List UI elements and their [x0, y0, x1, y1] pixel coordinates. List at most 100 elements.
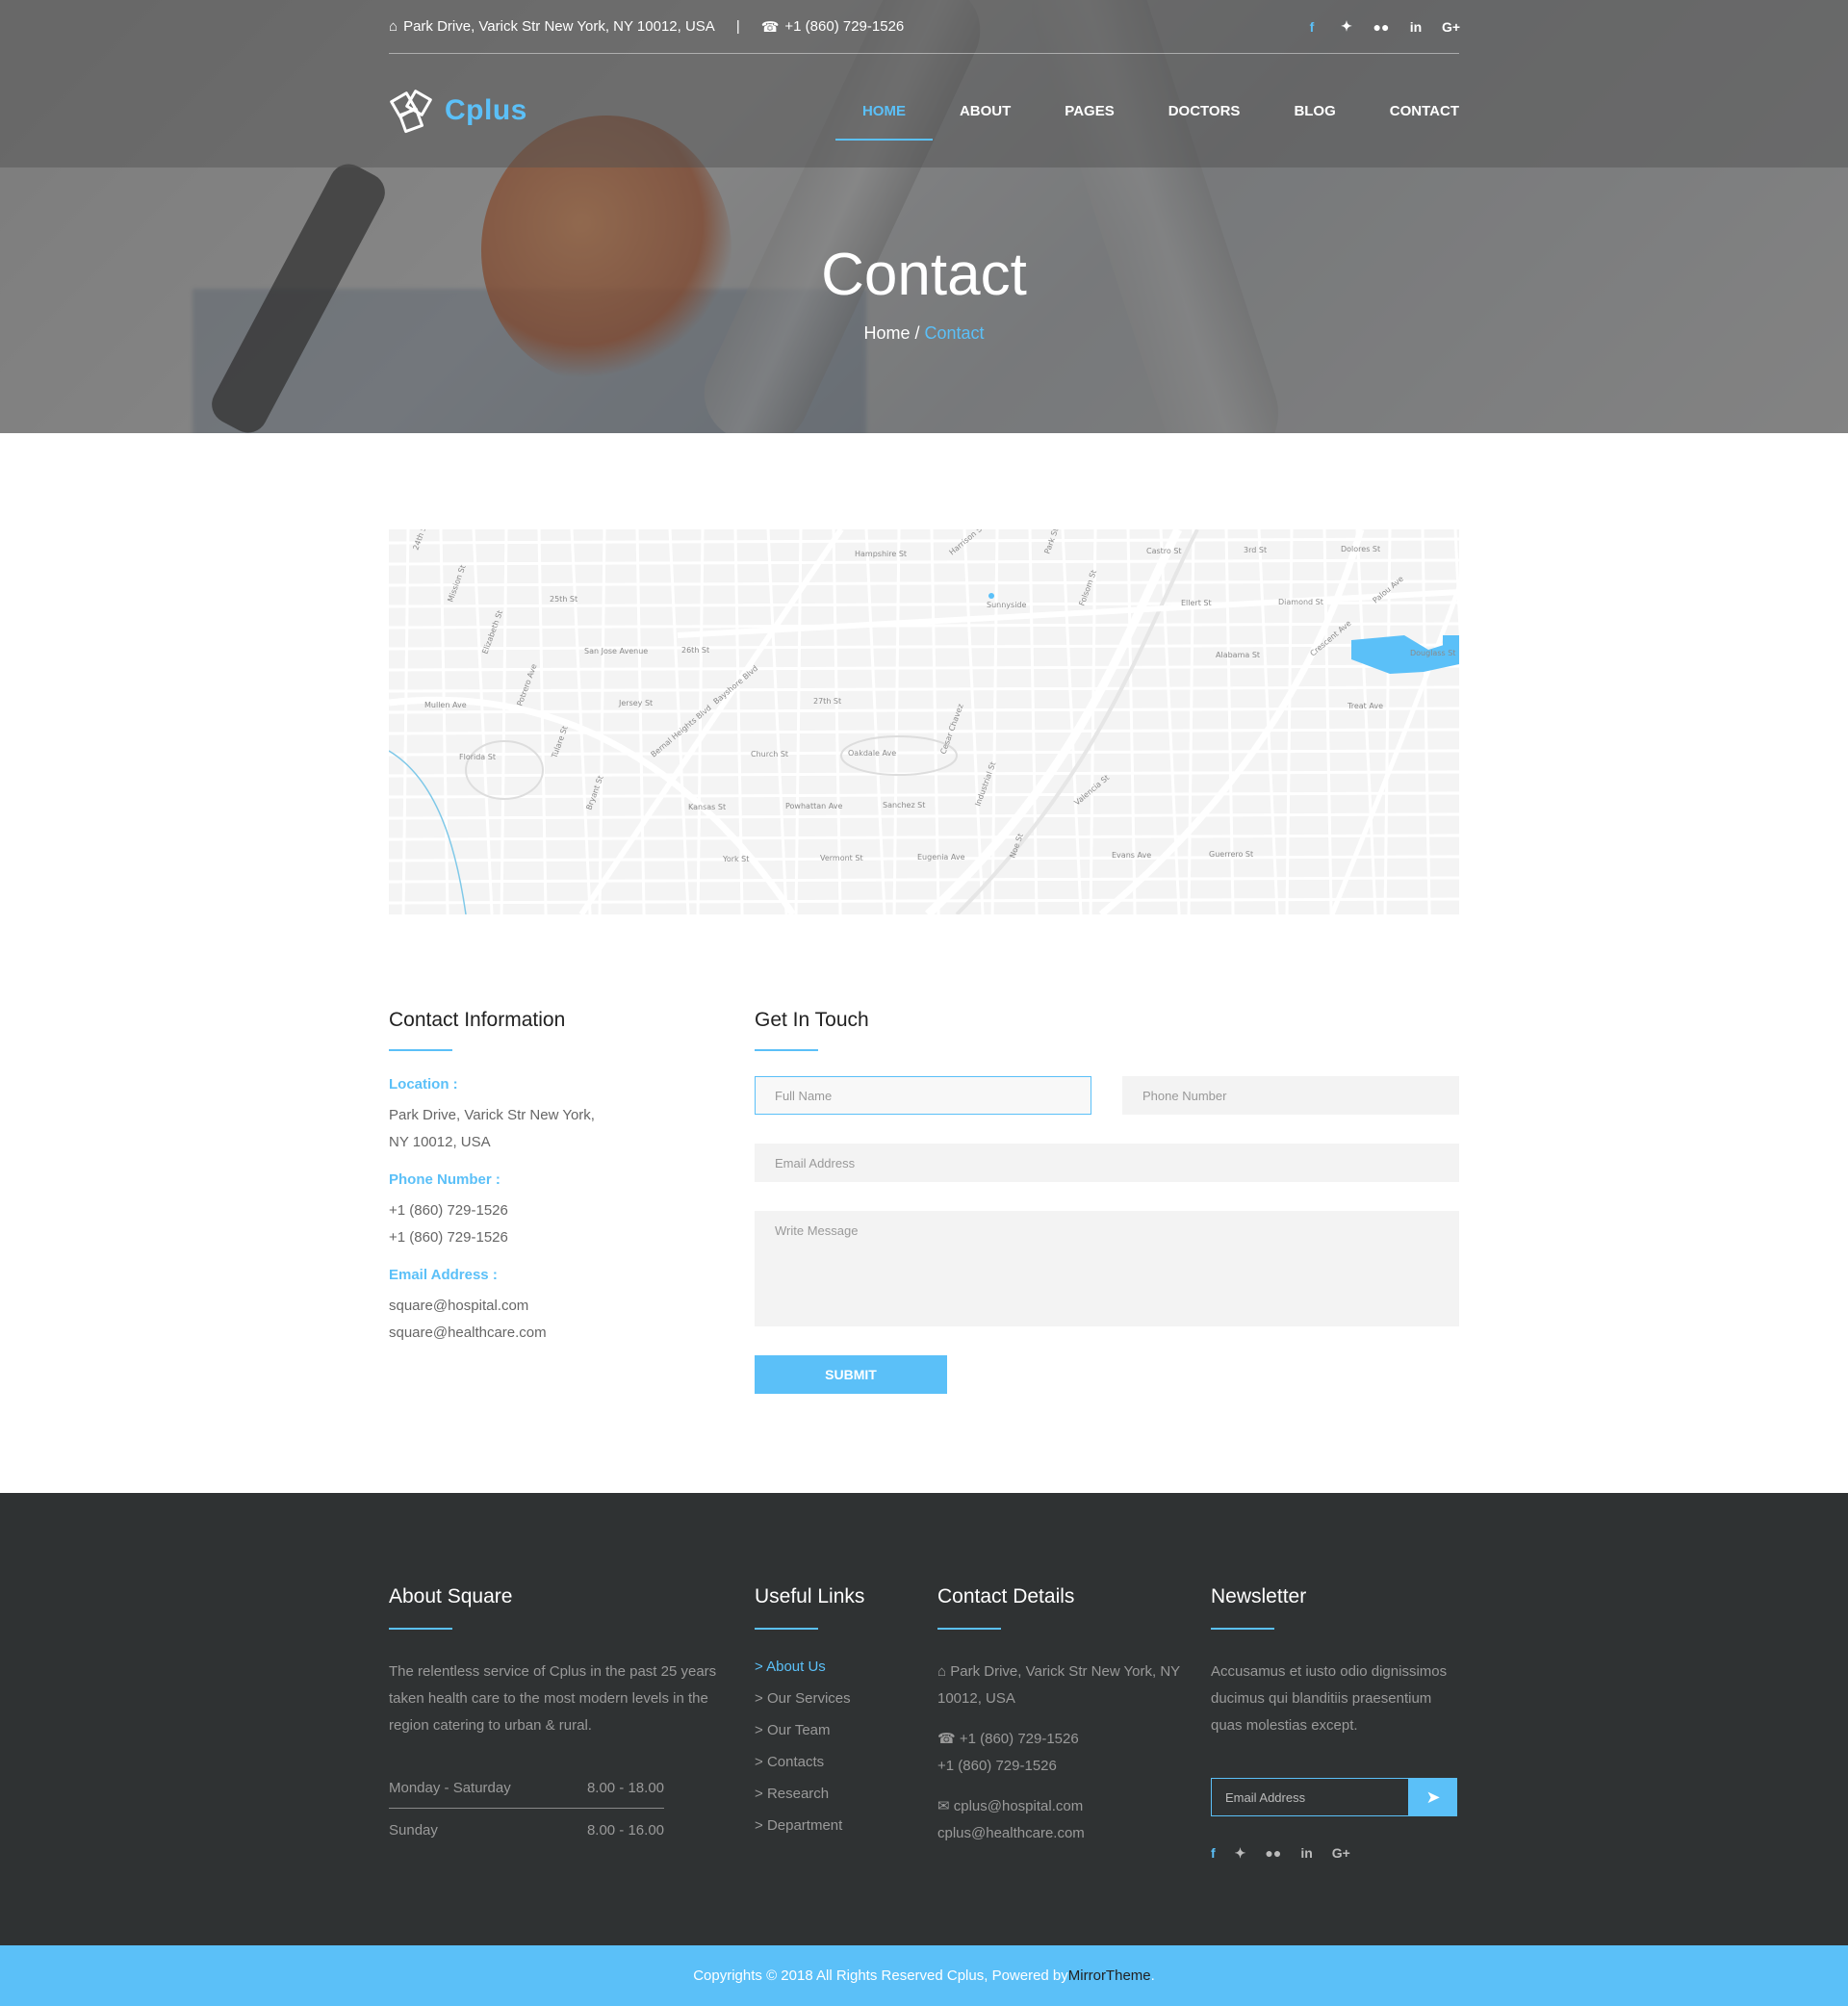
nav-item-contact[interactable]: CONTACT — [1363, 91, 1459, 131]
map-street-label: Hampshire St — [855, 550, 907, 558]
footer-address-text: Park Drive, Varick Str New York, NY 1001… — [937, 1663, 1180, 1707]
map-street-label: Eugenia Ave — [917, 853, 965, 862]
copyright-text: Copyrights © 2018 All Rights Reserved Cp… — [693, 1967, 1068, 1984]
map-street-label: 3rd St — [1244, 546, 1267, 554]
breadcrumb-current: Contact — [924, 323, 985, 343]
map-street-label: Diamond St — [1278, 598, 1323, 606]
opening-hours: Monday - Saturday 8.00 - 18.00 Sunday 8.… — [389, 1774, 664, 1844]
chevron-right-icon: > — [755, 1690, 767, 1707]
phone-number-field[interactable]: Phone Number — [1122, 1076, 1459, 1115]
nav-item-home[interactable]: HOME — [834, 91, 933, 141]
contact-info-heading: Contact Information — [389, 1009, 566, 1031]
map-street-label: Alabama St — [1216, 651, 1260, 659]
heading-underline — [1211, 1628, 1274, 1630]
newsletter-text: Accusamus et iusto odio dignissimos duci… — [1211, 1663, 1448, 1734]
nav-item-pages[interactable]: PAGES — [1038, 91, 1141, 131]
email-value[interactable]: square@healthcare.com — [389, 1320, 755, 1347]
top-separator: | — [735, 18, 740, 35]
google-plus-icon[interactable]: G+ — [1442, 19, 1460, 35]
hours-time: 8.00 - 18.00 — [586, 1780, 664, 1796]
main-header: Cplus HOME ABOUT PAGES DOCTORS BLOG CONT… — [389, 54, 1459, 167]
phone-value: +1 (860) 729-1526 — [389, 1202, 508, 1219]
chevron-right-icon: > — [755, 1659, 767, 1675]
location-line: Park Drive, Varick Str New York, — [389, 1107, 595, 1123]
submit-button[interactable]: SUBMIT — [755, 1355, 947, 1394]
contact-form: Get In Touch Full Name Phone Number Emai… — [755, 1009, 1459, 1394]
footer-email[interactable]: cplus@healthcare.com — [937, 1820, 1211, 1847]
footer-link-our-services[interactable]: > Our Services — [755, 1690, 937, 1707]
footer-links-heading: Useful Links — [755, 1585, 865, 1607]
hours-day: Sunday — [389, 1822, 438, 1839]
map-street-label: Oakdale Ave — [848, 749, 896, 758]
location-map[interactable]: 24th St 25th St 26th St 27th St Cesar Chavez… — [389, 529, 1459, 914]
full-name-field[interactable]: Full Name — [755, 1076, 1091, 1115]
map-street-label: Mullen Ave — [424, 701, 467, 709]
contact-section: Contact Information Location : Park Driv… — [389, 1009, 1459, 1394]
hours-day: Monday - Saturday — [389, 1780, 511, 1796]
footer-links: Useful Links > About Us > Our Services >… — [755, 1585, 937, 1862]
footer-address: ⌂ Park Drive, Varick Str New York, NY 10… — [937, 1659, 1188, 1712]
facebook-icon[interactable]: f — [1211, 1845, 1216, 1862]
nav-item-about[interactable]: ABOUT — [933, 91, 1038, 131]
site-logo[interactable]: Cplus — [389, 87, 527, 135]
newsletter-email-input[interactable]: Email Address — [1211, 1778, 1409, 1816]
copyright-brand-link[interactable]: MirrorTheme — [1068, 1967, 1151, 1984]
email-group: Email Address : square@hospital.com squa… — [389, 1267, 755, 1347]
breadcrumb: Home / Contact — [0, 323, 1848, 344]
footer-email[interactable]: cplus@hospital.com — [954, 1798, 1083, 1814]
send-button[interactable]: ➤ — [1409, 1778, 1457, 1816]
newsletter-heading: Newsletter — [1211, 1585, 1307, 1607]
logo-text: Cplus — [445, 94, 527, 126]
footer-phone: +1 (860) 729-1526 — [937, 1758, 1057, 1774]
linkedin-icon[interactable]: in — [1407, 19, 1424, 35]
nav-item-doctors[interactable]: DOCTORS — [1142, 91, 1268, 131]
google-plus-icon[interactable]: G+ — [1332, 1845, 1350, 1862]
twitter-icon[interactable]: ✦ — [1338, 18, 1355, 35]
email-field[interactable]: Email Address — [755, 1144, 1459, 1182]
map-street-label: Ellert St — [1181, 599, 1212, 607]
footer-link-about-us[interactable]: > About Us — [755, 1659, 937, 1675]
footer-link-our-team[interactable]: > Our Team — [755, 1722, 937, 1738]
footer-link-contacts[interactable]: > Contacts — [755, 1754, 937, 1770]
footer-phone: +1 (860) 729-1526 — [959, 1731, 1079, 1747]
footer-link-label: Contacts — [766, 1754, 825, 1770]
location-line: NY 10012, USA — [389, 1134, 491, 1150]
map-street-label: Castro St — [1146, 547, 1182, 555]
flickr-icon[interactable]: ●● — [1265, 1845, 1281, 1862]
map-street-label: Dolores St — [1341, 545, 1380, 553]
twitter-icon[interactable]: ✦ — [1235, 1845, 1246, 1862]
top-contact-info: ⌂ Park Drive, Varick Str New York, NY 10… — [389, 18, 904, 36]
footer-about-text: The relentless service of Cplus in the p… — [389, 1663, 717, 1734]
map-street-label: 25th St — [550, 595, 578, 604]
top-phone: +1 (860) 729-1526 — [784, 18, 905, 35]
facebook-icon[interactable]: f — [1303, 19, 1321, 35]
email-value[interactable]: square@hospital.com — [389, 1293, 755, 1320]
breadcrumb-home[interactable]: Home — [863, 323, 910, 343]
map-street-label: Sanchez St — [883, 801, 925, 810]
top-address: Park Drive, Varick Str New York, NY 1001… — [403, 18, 715, 35]
footer-about: About Square The relentless service of C… — [389, 1585, 755, 1862]
phone-label: Phone Number : — [389, 1171, 500, 1188]
map-graphic: 24th St25th St26th St27th StCesar Chavez… — [389, 529, 1459, 914]
map-street-label: Powhattan Ave — [785, 802, 842, 810]
logo-icon — [390, 90, 432, 134]
heading-underline — [937, 1628, 1001, 1630]
footer-link-label: About Us — [766, 1659, 826, 1675]
chevron-right-icon: > — [755, 1722, 767, 1738]
message-field[interactable]: Write Message — [755, 1211, 1459, 1326]
map-street-label: York St — [722, 855, 749, 863]
heading-underline — [389, 1049, 452, 1051]
phone-value: +1 (860) 729-1526 — [389, 1229, 508, 1246]
footer-link-department[interactable]: > Department — [755, 1817, 937, 1834]
footer-link-label: Our Team — [766, 1722, 831, 1738]
copyright-suffix: . — [1150, 1967, 1155, 1984]
map-street-label: Kansas St — [688, 803, 726, 811]
chevron-right-icon: > — [755, 1817, 767, 1834]
nav-item-blog[interactable]: BLOG — [1267, 91, 1362, 131]
form-heading: Get In Touch — [755, 1009, 869, 1031]
chevron-right-icon: > — [755, 1786, 767, 1802]
map-street-label: Treat Ave — [1347, 702, 1383, 710]
flickr-icon[interactable]: ●● — [1373, 19, 1390, 35]
footer-link-research[interactable]: > Research — [755, 1786, 937, 1802]
linkedin-icon[interactable]: in — [1300, 1845, 1312, 1862]
